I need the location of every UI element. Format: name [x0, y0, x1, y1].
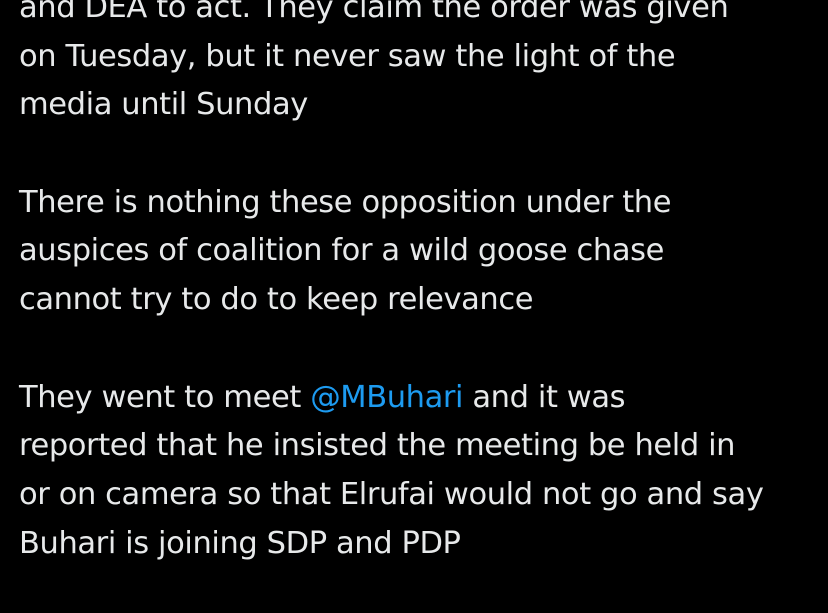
text-line: Buhari is joining SDP and PDP [19, 525, 461, 561]
text-line: on Tuesday, but it never saw the light o… [19, 38, 676, 74]
paragraph-2: There is nothing these opposition under … [19, 179, 819, 325]
text-segment: They went to meet [19, 379, 311, 415]
text-line: reported that he insisted the meeting be… [19, 428, 736, 464]
paragraph-1: and DEA to act. They claim the order was… [19, 0, 819, 130]
tweet-text: and DEA to act. They claim the order was… [19, 0, 819, 568]
paragraph-3: They went to meet @MBuhari and it was re… [19, 374, 819, 569]
text-segment: and it was [463, 379, 626, 415]
text-line: and DEA to act. They claim the order was… [19, 0, 729, 25]
text-line: There is nothing these opposition under … [19, 184, 672, 220]
mention-link[interactable]: @MBuhari [310, 380, 463, 415]
text-line-with-mention: They went to meet @MBuhari and it was [19, 374, 819, 423]
text-line: cannot try to do to keep relevance [19, 282, 534, 318]
text-line: auspices of coalition for a wild goose c… [19, 233, 664, 269]
text-line: or on camera so that Elrufai would not g… [19, 476, 764, 512]
text-line: media until Sunday [19, 87, 308, 123]
